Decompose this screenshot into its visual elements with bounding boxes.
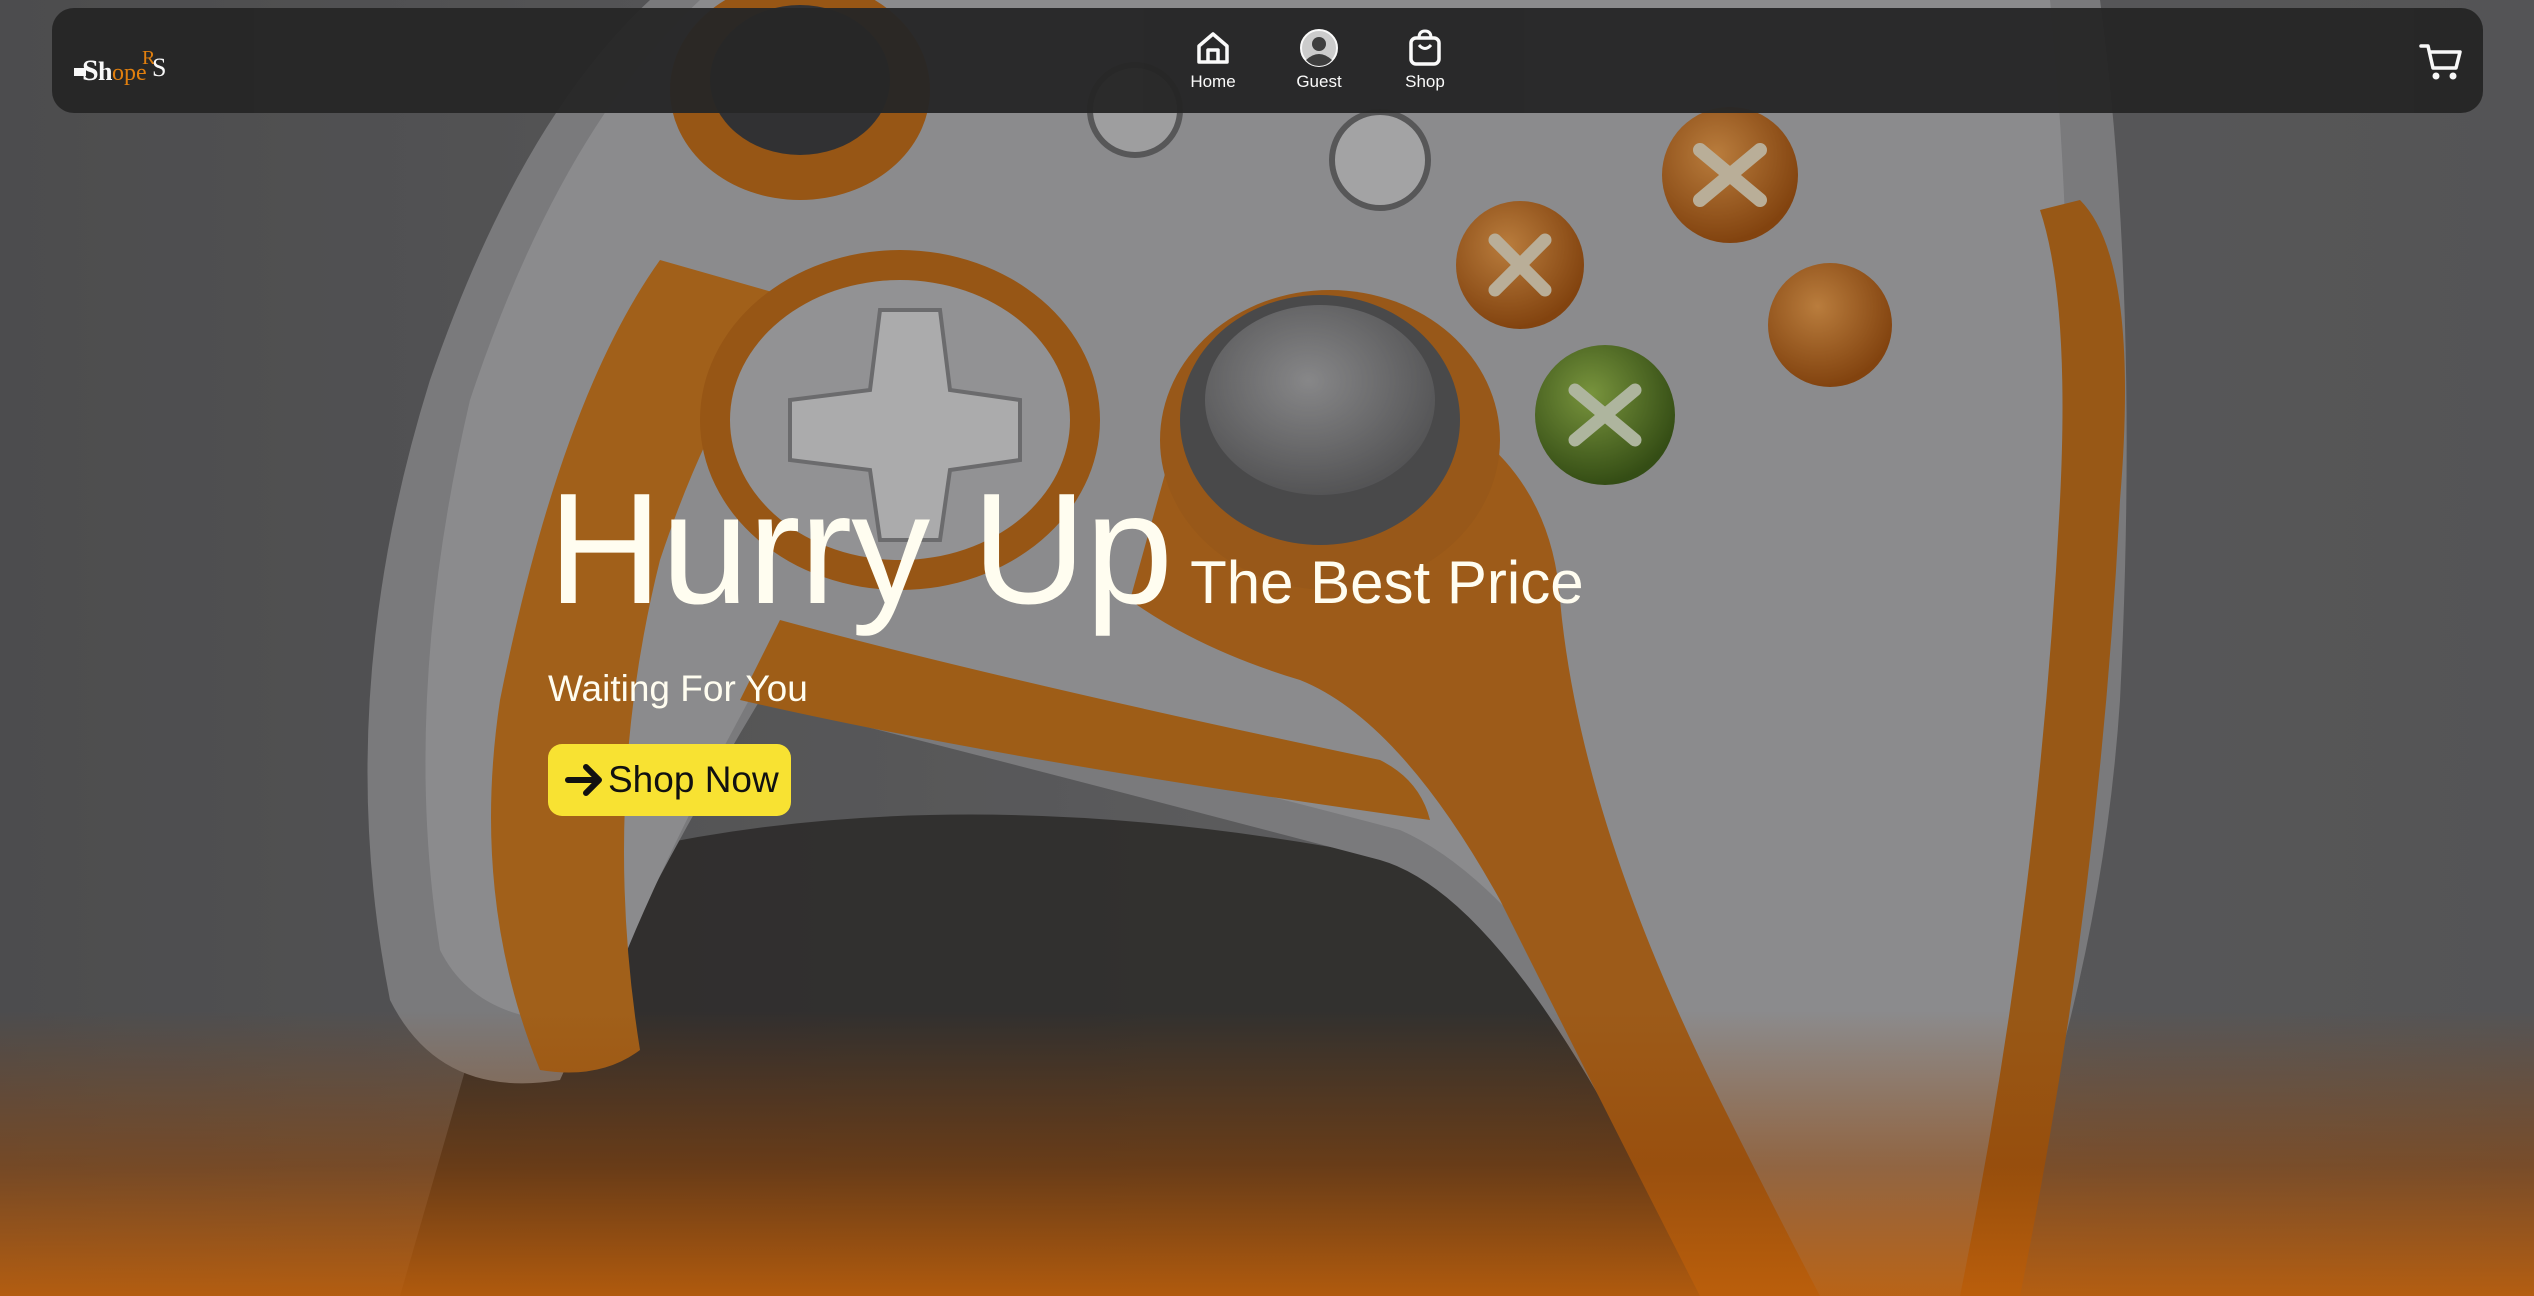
hero-content: Hurry Up The Best Price Waiting For You … xyxy=(548,470,1584,816)
cart-icon[interactable] xyxy=(2419,40,2463,82)
svg-text:op: op xyxy=(112,60,136,86)
svg-text:S: S xyxy=(152,53,166,82)
home-icon xyxy=(1197,32,1229,64)
shopers-logo[interactable]: S h op e R S xyxy=(72,42,172,88)
page: S h op e R S Home Guest Shop Hurry Up Th… xyxy=(0,0,2534,1296)
shopping-bag-icon xyxy=(1409,29,1441,66)
arrow-right-icon xyxy=(565,764,602,796)
main-nav: Home Guest Shop xyxy=(1160,28,1478,108)
svg-text:h: h xyxy=(98,57,113,86)
nav-shop[interactable]: Shop xyxy=(1372,28,1478,108)
hero-tagline: Waiting For You xyxy=(548,668,808,709)
user-avatar-icon xyxy=(1300,29,1338,67)
nav-home[interactable]: Home xyxy=(1160,28,1266,108)
shop-now-label: Shop Now xyxy=(608,759,779,800)
nav-guest[interactable]: Guest xyxy=(1266,28,1372,108)
nav-home-label: Home xyxy=(1190,72,1236,91)
svg-text:S: S xyxy=(82,54,99,87)
shop-now-button[interactable]: Shop Now xyxy=(548,744,791,816)
hero-headline: Hurry Up xyxy=(548,461,1173,637)
nav-shop-label: Shop xyxy=(1405,72,1445,91)
top-navbar: S h op e R S Home Guest Shop xyxy=(52,8,2483,113)
hero-subheadline: The Best Price xyxy=(1190,549,1584,616)
nav-guest-label: Guest xyxy=(1296,72,1342,91)
headline-row: Hurry Up The Best Price xyxy=(548,470,1584,628)
